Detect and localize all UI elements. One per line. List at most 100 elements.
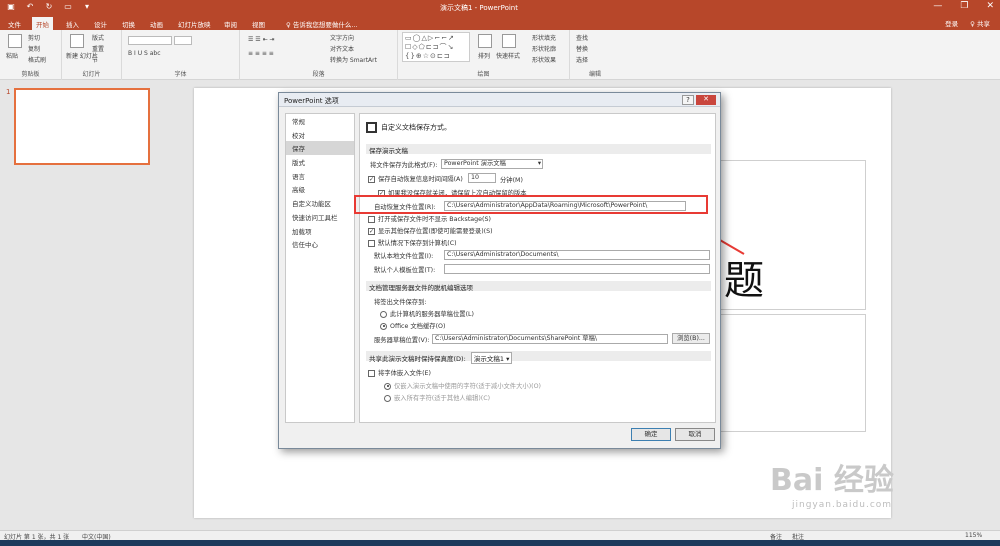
other-locations-label: 显示其他保存位置(即使可能需要登录)(S) bbox=[378, 228, 493, 235]
arrange-icon[interactable] bbox=[478, 34, 492, 48]
quick-styles-icon[interactable] bbox=[502, 34, 516, 48]
embed-all-radio[interactable] bbox=[384, 394, 391, 402]
zoom-level[interactable]: 115% bbox=[965, 532, 982, 539]
start-from-beginning-icon[interactable]: ▭ bbox=[63, 2, 73, 11]
nav-customize-ribbon[interactable]: 自定义功能区 bbox=[286, 196, 354, 210]
tell-me-search[interactable]: ♀ 告诉我您想要做什么... bbox=[286, 19, 358, 29]
replace-button[interactable]: 替换 bbox=[576, 44, 588, 53]
select-button[interactable]: 选择 bbox=[576, 55, 588, 64]
tab-animations[interactable]: 动画 bbox=[146, 17, 167, 30]
autorecover-minutes-input[interactable]: 10 bbox=[468, 173, 496, 183]
layout-button[interactable]: 版式 bbox=[92, 33, 104, 42]
other-locations-checkbox[interactable]: ✓ bbox=[368, 227, 375, 235]
default-local-input[interactable]: C:\Users\Administrator\Documents\ bbox=[444, 250, 710, 260]
share-button[interactable]: ♀ 共享 bbox=[970, 18, 990, 28]
find-button[interactable]: 查找 bbox=[576, 33, 588, 42]
nav-addins[interactable]: 加载项 bbox=[286, 224, 354, 238]
slides-group: 新建 幻灯片 版式 重置 节 幻灯片 bbox=[62, 30, 122, 80]
server-drafts-radio[interactable] bbox=[380, 310, 387, 318]
font-name-combo[interactable] bbox=[128, 36, 172, 45]
browse-button[interactable]: 浏览(B)... bbox=[672, 333, 710, 344]
convert-smartart-button[interactable]: 转换为 SmartArt bbox=[330, 55, 377, 64]
bullets-icon[interactable]: ☰ ☰ ⇤ ⇥ bbox=[248, 36, 275, 43]
tab-review[interactable]: 审阅 bbox=[220, 17, 241, 30]
highlight-box bbox=[354, 195, 708, 214]
reset-button[interactable]: 重置 bbox=[92, 44, 104, 53]
nav-general[interactable]: 常规 bbox=[286, 114, 354, 128]
nav-layout[interactable]: 版式 bbox=[286, 155, 354, 169]
autorecover-row: ✓ 保存自动恢复信息时间间隔(A) bbox=[368, 174, 463, 183]
save-header: 自定义文档保存方式。 bbox=[366, 122, 451, 133]
office-cache-radio[interactable] bbox=[380, 322, 387, 330]
shape-effects-button[interactable]: 形状效果 bbox=[532, 55, 556, 64]
copy-button[interactable]: 复制 bbox=[28, 44, 40, 53]
help-button[interactable]: ? bbox=[682, 95, 694, 105]
restore-button[interactable]: ❐ bbox=[960, 1, 968, 11]
office-cache-label: Office 文档缓存(O) bbox=[390, 323, 446, 330]
embed-fonts-label: 将字体嵌入文件(E) bbox=[378, 370, 431, 377]
default-template-input[interactable] bbox=[444, 264, 710, 274]
minutes-label: 分钟(M) bbox=[500, 177, 523, 184]
dialog-close-button[interactable]: ✕ bbox=[696, 95, 716, 105]
slide-thumbnail[interactable] bbox=[14, 88, 150, 165]
align-text-button[interactable]: 对齐文本 bbox=[330, 44, 354, 53]
thumbnail-pane: 1 bbox=[0, 80, 160, 530]
nav-proofing[interactable]: 校对 bbox=[286, 128, 354, 142]
nav-advanced[interactable]: 高级 bbox=[286, 182, 354, 196]
ok-button[interactable]: 确定 bbox=[631, 428, 671, 441]
minimize-button[interactable]: — bbox=[933, 1, 942, 11]
tab-home[interactable]: 开始 bbox=[32, 17, 53, 30]
redo-icon[interactable]: ↻ bbox=[44, 2, 54, 11]
slides-label: 幻灯片 bbox=[82, 71, 101, 78]
embed-fonts-checkbox[interactable] bbox=[368, 369, 375, 377]
cancel-button[interactable]: 取消 bbox=[675, 428, 715, 441]
format-painter-button[interactable]: 格式刷 bbox=[28, 55, 46, 64]
nav-language[interactable]: 语言 bbox=[286, 169, 354, 183]
backstage-checkbox[interactable] bbox=[368, 215, 375, 223]
embed-fonts-row: 将字体嵌入文件(E) bbox=[368, 368, 431, 377]
login-link[interactable]: 登录 bbox=[945, 18, 958, 28]
paragraph-label: 段落 bbox=[312, 71, 325, 78]
nav-trust-center[interactable]: 信任中心 bbox=[286, 237, 354, 251]
autorecover-checkbox[interactable]: ✓ bbox=[368, 175, 375, 183]
paste-button[interactable]: 粘贴 bbox=[6, 51, 18, 60]
section-button[interactable]: 节 bbox=[92, 55, 98, 64]
fidelity-doc-select[interactable]: 演示文稿1 ▾ bbox=[470, 352, 513, 364]
embed-used-radio[interactable] bbox=[384, 382, 391, 390]
nav-save[interactable]: 保存 bbox=[286, 141, 354, 156]
tab-insert[interactable]: 插入 bbox=[62, 17, 83, 30]
customize-qat-icon[interactable]: ▾ bbox=[82, 2, 92, 11]
text-direction-button[interactable]: 文字方向 bbox=[330, 33, 354, 42]
tab-view[interactable]: 视图 bbox=[248, 17, 269, 30]
font-size-combo[interactable] bbox=[174, 36, 192, 45]
font-format-buttons[interactable]: B I U S abc bbox=[128, 50, 161, 57]
tab-design[interactable]: 设计 bbox=[90, 17, 111, 30]
paragraph-group: ☰ ☰ ⇤ ⇥ ≡ ≡ ≡ ≡ 文字方向 对齐文本 转换为 SmartArt 段… bbox=[240, 30, 398, 80]
new-slide-icon[interactable] bbox=[70, 34, 84, 48]
nav-quick-access[interactable]: 快速访问工具栏 bbox=[286, 210, 354, 224]
tab-transitions[interactable]: 切换 bbox=[118, 17, 139, 30]
server-drafts-location-input[interactable]: C:\Users\Administrator\Documents\SharePo… bbox=[432, 334, 668, 344]
options-dialog: PowerPoint 选项 ? ✕ 常规 校对 保存 版式 语言 高级 自定义功… bbox=[278, 92, 721, 449]
close-button[interactable]: ✕ bbox=[986, 1, 994, 11]
save-format-label: 将文件保存为此格式(F): bbox=[370, 162, 438, 169]
align-buttons[interactable]: ≡ ≡ ≡ ≡ bbox=[248, 50, 274, 57]
paste-icon[interactable] bbox=[8, 34, 22, 48]
tab-slideshow[interactable]: 幻灯片放映 bbox=[174, 17, 215, 30]
ribbon-tabs: 文件 开始 插入 设计 切换 动画 幻灯片放映 审阅 视图 ♀ 告诉我您想要做什… bbox=[0, 15, 1000, 30]
arrange-button[interactable]: 排列 bbox=[478, 51, 490, 60]
quick-styles-button[interactable]: 快速样式 bbox=[496, 51, 520, 60]
ribbon: 粘贴 剪切 复制 格式刷 剪贴板 新建 幻灯片 版式 重置 节 幻灯片 B I … bbox=[0, 30, 1000, 80]
font-label: 字体 bbox=[174, 71, 187, 78]
default-computer-checkbox[interactable] bbox=[368, 239, 375, 247]
save-icon[interactable]: ▣ bbox=[6, 2, 16, 11]
save-format-value: PowerPoint 演示文稿 bbox=[444, 160, 506, 167]
shape-outline-button[interactable]: 形状轮廓 bbox=[532, 44, 556, 53]
save-format-select[interactable]: PowerPoint 演示文稿 ▾ bbox=[441, 159, 543, 169]
fidelity-doc-value: 演示文稿1 bbox=[473, 355, 504, 363]
shape-fill-button[interactable]: 形状填充 bbox=[532, 33, 556, 42]
cut-button[interactable]: 剪切 bbox=[28, 33, 40, 42]
shapes-gallery[interactable]: ▭◯△▷⌐⌐↗ ☐◇⬠⊏⊐⌒↘ {}⊕☆⊙⊏⊐ bbox=[402, 32, 470, 62]
undo-icon[interactable]: ↶ bbox=[25, 2, 35, 11]
tab-file[interactable]: 文件 bbox=[4, 17, 25, 30]
